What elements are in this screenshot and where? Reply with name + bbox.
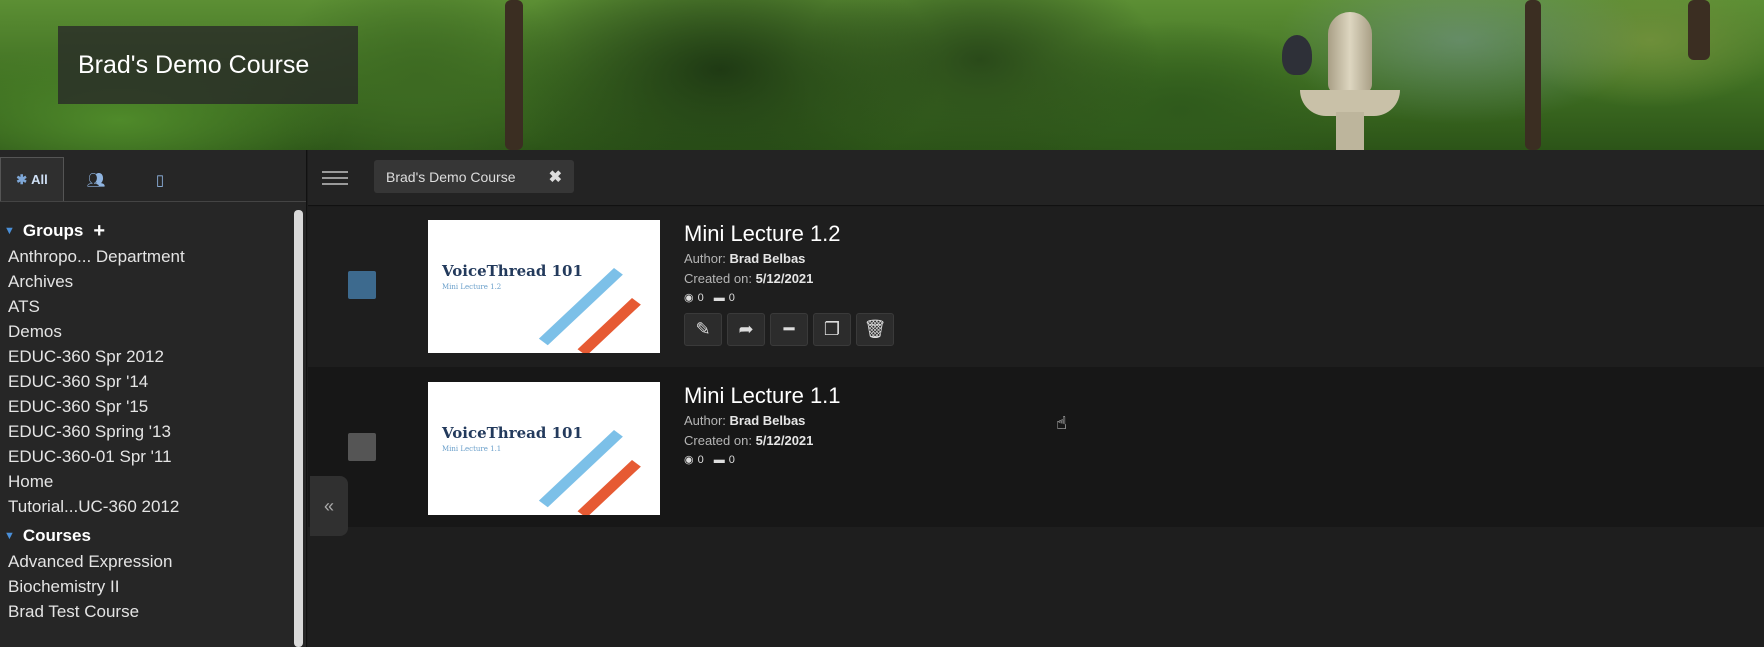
- groups-list: Anthropo... Department Archives ATS Demos ED…: [0, 244, 290, 519]
- sidebar-item-course[interactable]: Advanced Expression: [0, 549, 290, 574]
- toolbar: Brad's Demo Course ✖: [308, 150, 1764, 206]
- thumbnail-title: VoiceThread 101: [442, 424, 583, 442]
- thread-author: Author: Brad Belbas: [684, 251, 806, 266]
- remove-button[interactable]: ━: [770, 313, 808, 346]
- sidebar-item-group[interactable]: Tutorial...UC-360 2012: [0, 494, 290, 519]
- thread-list: VoiceThread 101 Mini Lecture 1.2 Mini Le…: [308, 207, 1764, 647]
- sidebar-item-group[interactable]: EDUC-360 Spr '14: [0, 369, 290, 394]
- filter-chip[interactable]: Brad's Demo Course ✖: [374, 160, 574, 193]
- view-count: 0: [697, 453, 704, 466]
- sidebar-item-group[interactable]: EDUC-360 Spr '15: [0, 394, 290, 419]
- thread-created: Created on: 5/12/2021: [684, 433, 814, 448]
- groups-header[interactable]: ▼ Groups +: [0, 218, 290, 244]
- thread-actions: ✎ ➦ ━ ❐ 🗑︎: [684, 313, 894, 346]
- banner-tree-trunk: [505, 0, 523, 150]
- sidebar-scrollbar[interactable]: [294, 210, 303, 647]
- banner-tree-trunk: [1525, 0, 1541, 150]
- delete-button[interactable]: 🗑︎: [856, 313, 894, 346]
- collapse-sidebar-button[interactable]: «: [310, 476, 348, 536]
- notebook-icon: ▯: [155, 172, 165, 189]
- thread-created: Created on: 5/12/2021: [684, 271, 814, 286]
- thread-checkbox[interactable]: [348, 433, 376, 461]
- tab-all[interactable]: ✱ All: [0, 157, 64, 201]
- tab-notebook[interactable]: ▯: [128, 159, 192, 201]
- thread-thumbnail[interactable]: VoiceThread 101 Mini Lecture 1.1: [428, 382, 660, 515]
- people-icon: 👥︎: [86, 172, 106, 189]
- share-arrow-icon: ➦: [738, 319, 754, 339]
- thread-thumbnail[interactable]: VoiceThread 101 Mini Lecture 1.2: [428, 220, 660, 353]
- double-chevron-left-icon: «: [323, 495, 334, 516]
- comment-count: 0: [728, 291, 735, 304]
- sidebar-list: ▼ Groups + Anthropo... Department Archive…: [0, 218, 290, 624]
- courses-header[interactable]: ▼ Courses: [0, 523, 290, 549]
- share-button[interactable]: ➦: [727, 313, 765, 346]
- asterisk-icon: ✱: [16, 171, 28, 187]
- trash-icon: 🗑︎: [863, 319, 887, 339]
- thread-row[interactable]: VoiceThread 101 Mini Lecture 1.2 Mini Le…: [308, 207, 1764, 367]
- hand-cursor-icon: ☝︎: [1056, 413, 1067, 433]
- add-group-icon[interactable]: +: [93, 220, 105, 243]
- edit-button[interactable]: ✎: [684, 313, 722, 346]
- eye-icon: ◉: [684, 454, 694, 466]
- thread-title[interactable]: Mini Lecture 1.1: [684, 383, 841, 409]
- tab-people[interactable]: 👥︎: [64, 159, 128, 201]
- comment-icon: ▬: [713, 453, 725, 466]
- thumbnail-subtitle: Mini Lecture 1.2: [442, 283, 502, 291]
- sidebar-item-group[interactable]: EDUC-360 Spring '13: [0, 419, 290, 444]
- sidebar-tabs: ✱ All 👥︎ ▯: [0, 150, 306, 202]
- copy-button[interactable]: ❐: [813, 313, 851, 346]
- edit-icon: ✎: [695, 319, 711, 339]
- view-count: 0: [697, 291, 704, 304]
- thread-row[interactable]: VoiceThread 101 Mini Lecture 1.1 Mini Le…: [308, 367, 1764, 527]
- courses-list: Advanced Expression Biochemistry II Brad T…: [0, 549, 290, 624]
- sidebar-item-group[interactable]: Archives: [0, 269, 290, 294]
- banner-tree-trunk: [1688, 0, 1710, 60]
- minus-icon: ━: [783, 319, 795, 339]
- thumbnail-title: VoiceThread 101: [442, 262, 583, 280]
- sidebar-item-course[interactable]: Brad Test Course: [0, 599, 290, 624]
- comment-count: 0: [728, 453, 735, 466]
- sidebar-item-course[interactable]: Biochemistry II: [0, 574, 290, 599]
- hamburger-menu-icon[interactable]: [322, 171, 348, 185]
- sidebar-item-group[interactable]: ATS: [0, 294, 290, 319]
- sidebar-item-group[interactable]: Home: [0, 469, 290, 494]
- copy-icon: ❐: [823, 319, 841, 339]
- thread-stats: ◉ 0 ▬ 0: [684, 291, 735, 305]
- thumbnail-subtitle: Mini Lecture 1.1: [442, 445, 502, 453]
- course-banner: Brad's Demo Course: [0, 0, 1764, 150]
- sidebar: ✱ All 👥︎ ▯ ▼ Groups + Anthropo... Depart…: [0, 150, 307, 647]
- thread-author: Author: Brad Belbas: [684, 413, 806, 428]
- sidebar-item-group[interactable]: EDUC-360 Spr 2012: [0, 344, 290, 369]
- course-title-box: Brad's Demo Course: [58, 26, 358, 104]
- caret-down-icon: ▼: [4, 225, 15, 237]
- groups-header-label: Groups: [22, 221, 84, 240]
- banner-fountain: [1300, 12, 1400, 150]
- comment-icon: ▬: [713, 291, 725, 304]
- tab-all-label: All: [31, 172, 48, 187]
- thread-checkbox[interactable]: [348, 271, 376, 299]
- eye-icon: ◉: [684, 292, 694, 304]
- thread-title[interactable]: Mini Lecture 1.2: [684, 221, 841, 247]
- course-title: Brad's Demo Course: [78, 50, 310, 79]
- close-icon[interactable]: ✖: [549, 167, 562, 187]
- courses-header-label: Courses: [22, 526, 91, 545]
- filter-chip-label: Brad's Demo Course: [386, 168, 516, 185]
- sidebar-item-group[interactable]: Anthropo... Department: [0, 244, 290, 269]
- sidebar-item-group[interactable]: Demos: [0, 319, 290, 344]
- caret-down-icon: ▼: [4, 530, 15, 542]
- thread-stats: ◉ 0 ▬ 0: [684, 453, 735, 467]
- sidebar-item-group[interactable]: EDUC-360-01 Spr '11: [0, 444, 290, 469]
